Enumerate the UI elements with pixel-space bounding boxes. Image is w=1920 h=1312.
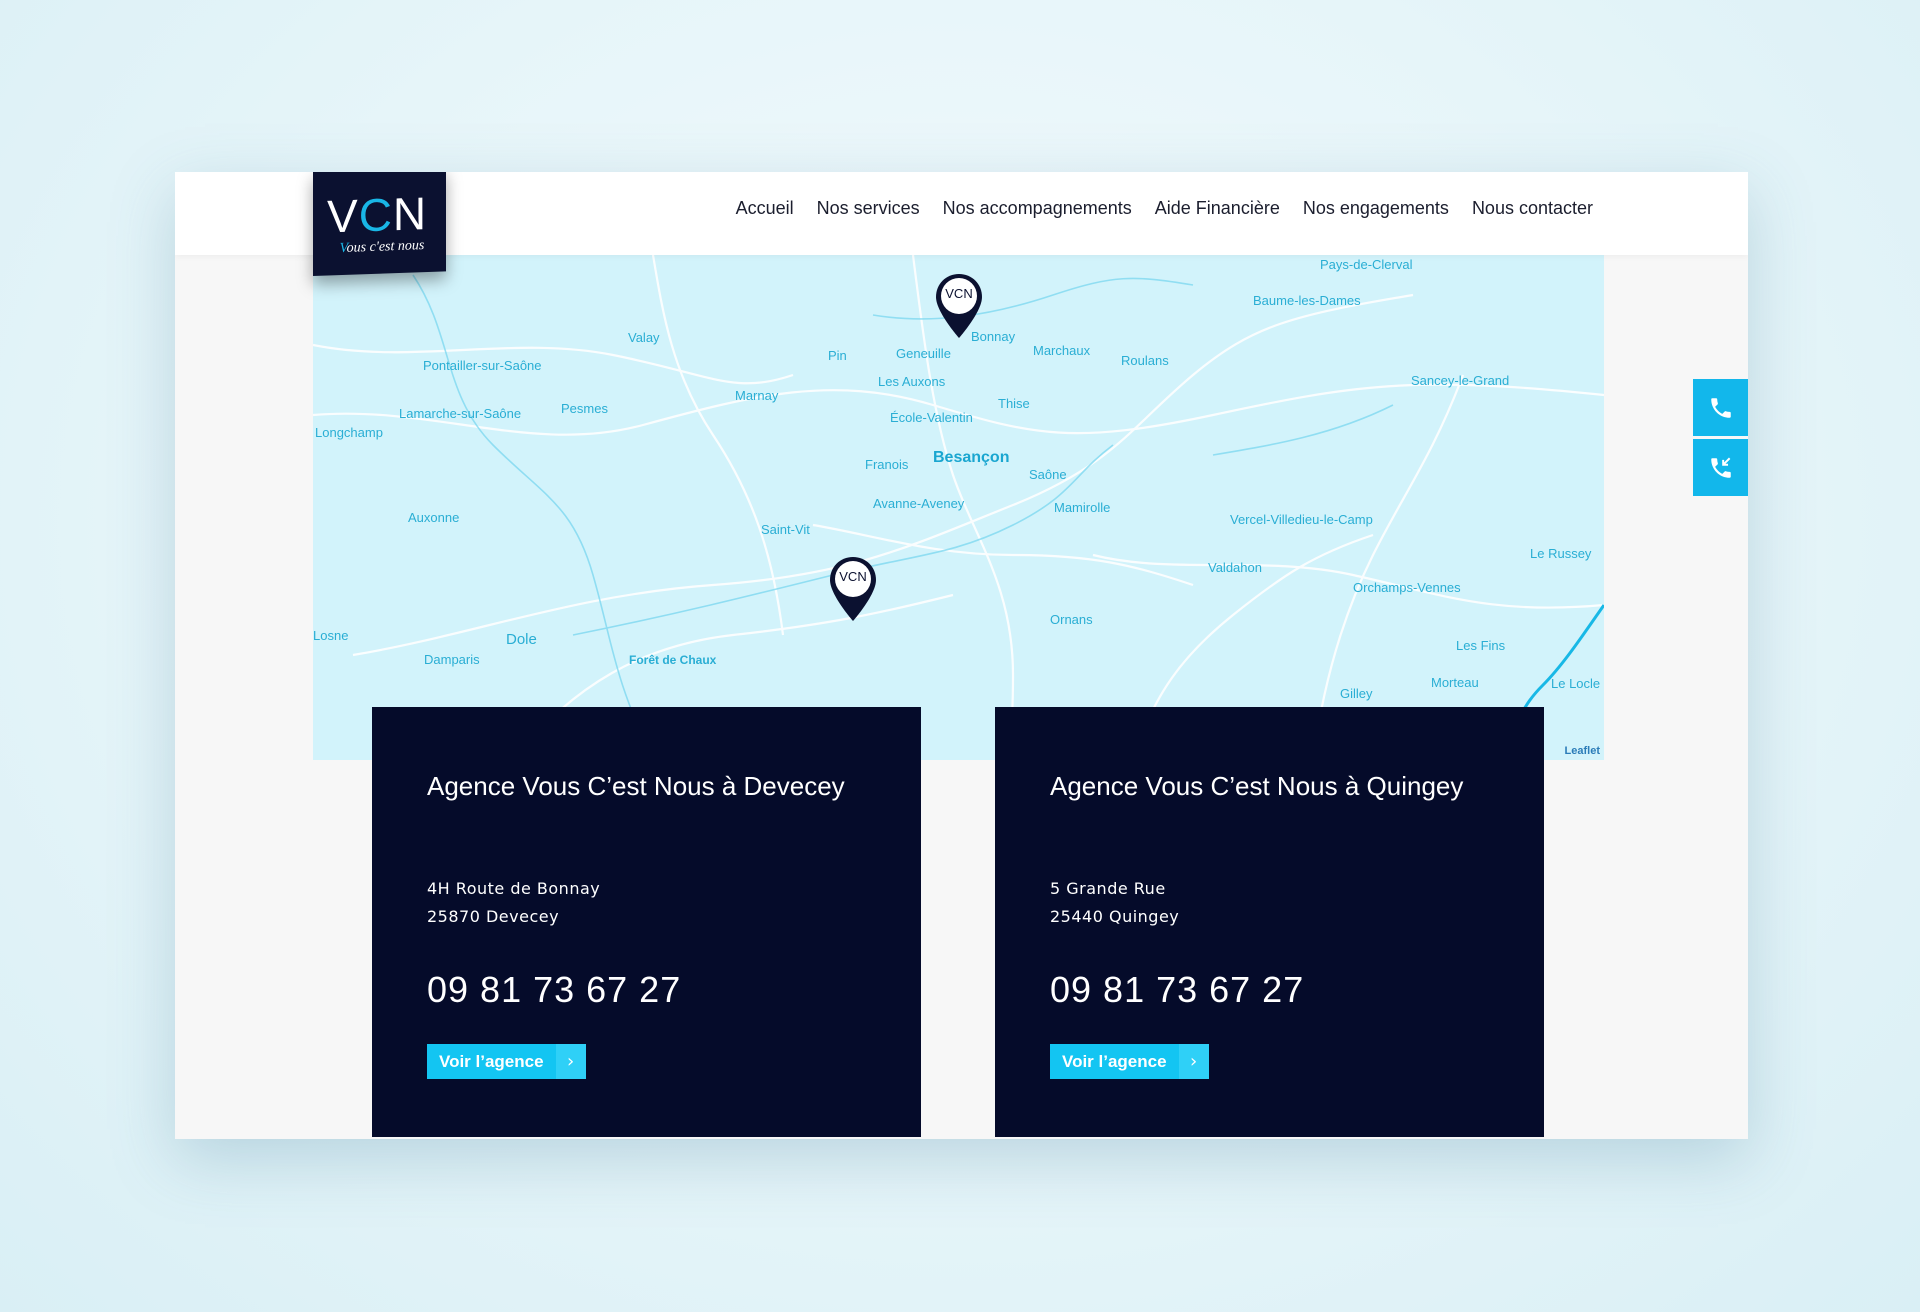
map-label: Avanne-Aveney (873, 496, 965, 511)
map-label: Geneuille (896, 346, 951, 361)
map-attribution[interactable]: Leaflet (1565, 745, 1600, 757)
phone-icon (1710, 397, 1731, 418)
map-label-city: Besançon (933, 449, 1010, 466)
map-label: Franois (865, 457, 909, 472)
logo-wordmark: VCN (327, 187, 428, 243)
map-marker-quingey[interactable]: VCN (828, 555, 878, 623)
map-label: Saint-Vit (761, 522, 810, 537)
map-label: Pontailler-sur-Saône (423, 358, 542, 373)
agency-card-quingey: Agence Vous C’est Nous à Quingey 5 Grand… (995, 707, 1544, 1137)
browser-window: Accueil Nos services Nos accompagnements… (175, 172, 1748, 1139)
nav-nos-engagements[interactable]: Nos engagements (1303, 198, 1449, 219)
map-label: Losne (313, 628, 349, 643)
map-label: Longchamp (315, 425, 383, 440)
map-label: Baume-les-Dames (1253, 293, 1361, 308)
agency-card-devecey: Agence Vous C’est Nous à Devecey 4H Rout… (372, 707, 921, 1137)
nav-aide-financiere[interactable]: Aide Financière (1155, 198, 1280, 219)
map-label: Pays-de-Clerval (1320, 257, 1413, 272)
map-label: Marchaux (1033, 343, 1091, 358)
map-label: Valdahon (1208, 560, 1262, 575)
map-label: Le Locle (1551, 676, 1601, 691)
map-pin-icon (936, 274, 982, 338)
map-label: Roulans (1121, 353, 1169, 368)
view-agency-button[interactable]: Voir l’agence › (427, 1044, 586, 1079)
chevron-right-icon: › (1178, 1044, 1209, 1079)
agency-phone[interactable]: 09 81 73 67 27 (427, 969, 681, 1011)
phone-callback-icon (1710, 457, 1731, 478)
map-marker-devecey[interactable]: VCN (934, 272, 984, 340)
button-label: Voir l’agence (1062, 1051, 1167, 1071)
call-button[interactable] (1693, 379, 1748, 436)
agency-map[interactable]: Pays-de-Clerval Baume-les-Dames Valay Bo… (313, 255, 1604, 760)
address-line: 5 Grande Rue (1050, 879, 1166, 898)
button-label: Voir l’agence (439, 1051, 544, 1071)
map-label: Gilley (1340, 686, 1373, 701)
chevron-right-icon: › (555, 1044, 586, 1079)
agency-title: Agence Vous C’est Nous à Devecey (427, 771, 845, 801)
map-label: Thise (998, 396, 1030, 411)
map-label: Forêt de Chaux (629, 653, 717, 667)
logo-tagline: Vous c'est nous (339, 238, 425, 257)
nav-nous-contacter[interactable]: Nous contacter (1472, 198, 1593, 219)
map-label: Sancey-le-Grand (1411, 373, 1510, 388)
map-label: Les Fins (1456, 638, 1506, 653)
map-label: Morteau (1431, 675, 1479, 690)
pin-label: VCN (839, 569, 867, 584)
agency-address: 4H Route de Bonnay 25870 Devecey (427, 875, 600, 931)
agency-address: 5 Grande Rue 25440 Quingey (1050, 875, 1179, 931)
main-nav: Accueil Nos services Nos accompagnements… (736, 198, 1593, 219)
callback-button[interactable] (1693, 439, 1748, 496)
map-label: Saône (1029, 467, 1067, 482)
map-pin-icon (830, 557, 876, 621)
map-label: Le Russey (1530, 546, 1592, 561)
map-label: Damparis (424, 652, 480, 667)
map-label: Orchamps-Vennes (1353, 580, 1461, 595)
map-label: Auxonne (408, 510, 460, 525)
agency-title: Agence Vous C’est Nous à Quingey (1050, 771, 1464, 801)
map-label: Lamarche-sur-Saône (399, 406, 522, 421)
map-label: Ornans (1050, 612, 1093, 627)
pin-label: VCN (945, 286, 973, 301)
agency-phone[interactable]: 09 81 73 67 27 (1050, 969, 1304, 1011)
address-line: 25870 Devecey (427, 907, 560, 926)
nav-accueil[interactable]: Accueil (736, 198, 794, 219)
map-label: Les Auxons (878, 374, 946, 389)
view-agency-button[interactable]: Voir l’agence › (1050, 1044, 1209, 1079)
map-label: Pesmes (561, 401, 608, 416)
map-label: Dole (506, 631, 537, 648)
map-label: Pin (828, 348, 847, 363)
address-line: 4H Route de Bonnay (427, 879, 601, 898)
nav-nos-services[interactable]: Nos services (817, 198, 920, 219)
nav-nos-accompagnements[interactable]: Nos accompagnements (943, 198, 1132, 219)
map-label: Vercel-Villedieu-le-Camp (1230, 512, 1373, 527)
map-label: École-Valentin (890, 410, 973, 425)
site-logo[interactable]: VCN Vous c'est nous (313, 172, 446, 276)
map-label: Mamirolle (1054, 500, 1111, 515)
map-label: Valay (628, 330, 660, 345)
address-line: 25440 Quingey (1050, 907, 1180, 926)
map-label: Marnay (735, 388, 779, 403)
